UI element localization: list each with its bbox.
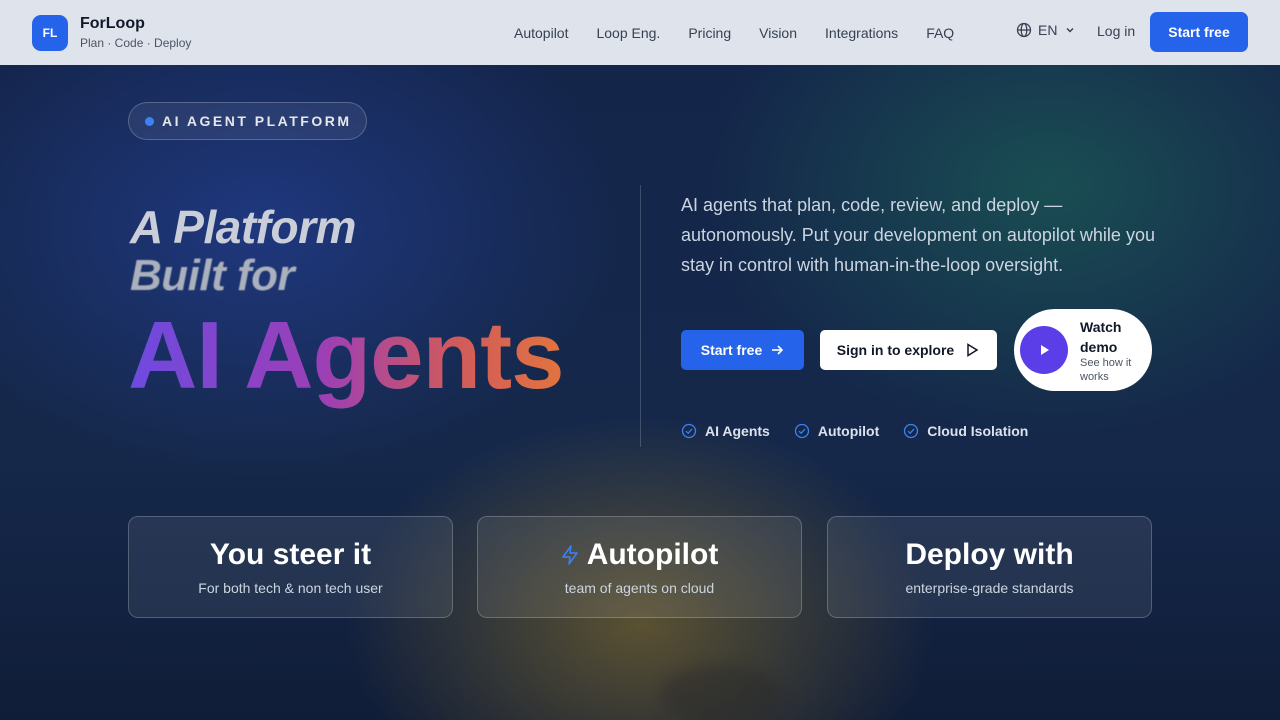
nav-faq[interactable]: FAQ [926,25,954,41]
brand-name[interactable]: ForLoop [80,15,191,33]
check-circle-icon [681,423,697,439]
background-decoration [660,665,780,720]
feature-card-deploy: Deploy with enterprise-grade standards [827,516,1152,618]
main-nav: Autopilot Loop Eng. Pricing Vision Integ… [514,0,982,65]
hero-heading-line1: A Platform [130,201,356,253]
language-selector[interactable]: EN [1016,22,1081,38]
nav-integrations[interactable]: Integrations [825,25,898,41]
status-dot-icon [145,116,154,126]
card-subtitle: For both tech & non tech user [198,580,383,596]
language-label: EN [1038,22,1058,38]
check-circle-icon [794,423,809,439]
feature-item: AI Agents [681,423,770,439]
play-outline-icon [967,343,979,357]
feature-label: Cloud Isolation [927,423,1029,439]
globe-icon [1016,22,1032,38]
watch-demo-title: Watch demo [1080,319,1122,355]
brand-tagline: Plan · Code · Deploy [80,35,192,50]
sign-in-explore-button[interactable]: Sign in to explore [820,330,997,370]
nav-autopilot[interactable]: Autopilot [514,25,568,41]
hero-divider [640,185,641,447]
card-subtitle: enterprise-grade standards [905,580,1074,596]
hero-section: AI AGENT PLATFORM A Platform Built for A… [0,65,1280,720]
chevron-down-icon [1066,27,1074,33]
card-subtitle: team of agents on cloud [564,580,715,596]
platform-badge-label: AI AGENT PLATFORM [162,113,352,129]
check-circle-icon [904,423,919,439]
start-free-button[interactable]: Start free [681,330,804,370]
platform-badge: AI AGENT PLATFORM [128,102,367,140]
logo[interactable]: FL [32,14,68,51]
card-title: Autopilot [561,538,719,572]
hero-heading-line2: Built for [130,251,295,300]
hero-heading-main: AI Agents [128,302,564,409]
feature-label: AI Agents [705,423,770,439]
card-title: You steer it [209,538,372,571]
brand: ForLoop Plan · Code · Deploy [80,15,191,51]
feature-item: Autopilot [794,423,879,439]
feature-card-autopilot: Autopilot team of agents on cloud [477,516,802,618]
nav-vision[interactable]: Vision [759,25,797,41]
feature-item: Cloud Isolation [903,423,1028,439]
feature-card-steer: You steer it For both tech & non tech us… [128,516,453,618]
card-title: Deploy with [905,538,1074,571]
login-link[interactable]: Log in [1097,23,1135,39]
nav-pricing[interactable]: Pricing [688,25,731,41]
nav-loop-eng[interactable]: Loop Eng. [596,25,660,41]
hero-description: AI agents that plan, code, review, and d… [681,195,1155,275]
arrow-right-icon [772,345,784,355]
sign-in-explore-label: Sign in to explore [836,342,955,358]
top-navbar: FL ForLoop Plan · Code · Deploy Autopilo… [0,0,1280,65]
card-title-text: Autopilot [586,538,719,571]
start-free-header-button[interactable]: Start free [1150,12,1248,52]
watch-demo-button[interactable]: Watch demo See how it works [1014,309,1152,391]
lightning-icon [561,545,578,565]
play-button-icon [1020,326,1068,374]
feature-label: Autopilot [817,423,880,439]
watch-demo-subtitle: See how it works [1080,357,1132,383]
feature-checklist: AI Agents Autopilot Cloud Isolation [681,423,1052,439]
start-free-label: Start free [700,342,763,358]
